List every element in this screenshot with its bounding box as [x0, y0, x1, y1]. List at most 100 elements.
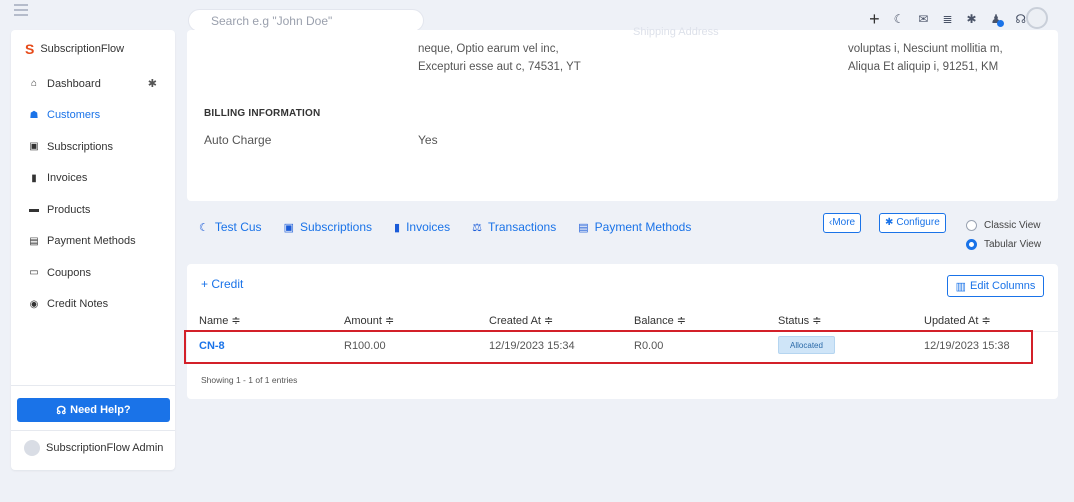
- sidebar-nav: ⌂ Dashboard ✱ ☗ Customers ▣ Subscription…: [11, 68, 175, 320]
- sidebar-item-credit-notes[interactable]: ◉ Credit Notes: [11, 289, 175, 321]
- hand-coin-icon: ⚖: [472, 221, 482, 234]
- logo-icon: S: [25, 41, 35, 57]
- sidebar-divider: [11, 430, 175, 431]
- headset-icon[interactable]: ☊: [1015, 9, 1026, 29]
- moon-icon[interactable]: ☾: [894, 9, 905, 29]
- add-credit-button[interactable]: + Credit: [201, 277, 243, 291]
- billing-title: BILLING INFORMATION: [204, 108, 321, 119]
- col-balance[interactable]: Balance ≑: [634, 314, 686, 327]
- users-icon: ☗: [29, 109, 39, 121]
- tab-label: Transactions: [487, 220, 557, 234]
- sidebar-item-label: Products: [47, 203, 91, 216]
- shipping-address-label: Shipping Address: [633, 26, 719, 38]
- credit-note-icon: ◉: [29, 298, 39, 310]
- address-line: voluptas i, Nesciunt mollitia m,: [848, 43, 1003, 55]
- brand[interactable]: S SubscriptionFlow: [25, 41, 124, 57]
- credit-note-name-link[interactable]: CN-8: [199, 340, 225, 352]
- sidebar-item-payment-methods[interactable]: ▤ Payment Methods: [11, 226, 175, 258]
- sidebar-item-invoices[interactable]: ▮ Invoices: [11, 163, 175, 195]
- tab-label: Test Cus: [214, 220, 262, 234]
- sidebar-item-label: Customers: [47, 109, 101, 122]
- auto-charge-label: Auto Charge: [204, 133, 272, 147]
- configure-label: Configure: [896, 217, 940, 228]
- file-invoice-icon: ▮: [394, 221, 401, 234]
- address-line: Aliqua Et aliquip i, 91251, KM: [848, 61, 999, 73]
- col-name[interactable]: Name ≑: [199, 314, 241, 327]
- edit-columns-button[interactable]: ▥ Edit Columns: [947, 275, 1044, 297]
- user-avatar[interactable]: [1026, 7, 1048, 29]
- sidebar-item-coupons[interactable]: ▭ Coupons: [11, 257, 175, 289]
- configure-button[interactable]: ✱ Configure: [879, 213, 946, 233]
- sidebar-item-label: Dashboard: [47, 77, 101, 90]
- sidebar-item-label: Payment Methods: [47, 235, 136, 248]
- auto-charge-value: Yes: [418, 133, 438, 147]
- topbar-icons: + ☾ ✉ ≣ ✱ ♟ ☊: [869, 9, 1026, 29]
- tab-test-cus[interactable]: ☾ Test Cus: [199, 220, 262, 234]
- cell-balance: R0.00: [634, 340, 664, 352]
- col-created-at[interactable]: Created At ≑: [489, 314, 553, 327]
- cell-amount: R100.00: [344, 340, 386, 352]
- tab-subscriptions[interactable]: ▣ Subscriptions: [284, 220, 372, 234]
- col-updated-at[interactable]: Updated At ≑: [924, 314, 991, 327]
- tab-transactions[interactable]: ⚖ Transactions: [472, 220, 556, 234]
- admin-profile[interactable]: SubscriptionFlow Admin: [24, 440, 163, 456]
- plus-icon[interactable]: +: [869, 9, 880, 29]
- radio-tabular[interactable]: [966, 239, 977, 250]
- classic-view-option[interactable]: Classic View: [966, 216, 1041, 235]
- credit-card-icon: ▤: [29, 235, 39, 247]
- gear-icon: ✱: [885, 217, 894, 228]
- sidebar-item-label: Credit Notes: [47, 298, 109, 311]
- credit-card-icon: ▤: [578, 221, 589, 234]
- address-right: voluptas i, Nesciunt mollitia m, Aliqua …: [848, 40, 1003, 76]
- sidebar-item-label: Subscriptions: [47, 140, 114, 153]
- cell-created-at: 12/19/2023 15:34: [489, 340, 575, 352]
- status-badge: Allocated: [778, 336, 835, 354]
- cell-updated-at: 12/19/2023 15:38: [924, 340, 1010, 352]
- sidebar-item-subscriptions[interactable]: ▣ Subscriptions: [11, 131, 175, 163]
- address-line: Excepturi esse aut c, 74531, YT: [418, 61, 581, 73]
- need-help-button[interactable]: ☊ Need Help?: [17, 398, 170, 422]
- tab-label: Subscriptions: [299, 220, 373, 234]
- sidebar: S SubscriptionFlow ⌂ Dashboard ✱ ☗ Custo…: [11, 30, 175, 470]
- stack-icon[interactable]: ≣: [942, 9, 952, 29]
- tab-label: Invoices: [406, 220, 451, 234]
- bell-icon[interactable]: ♟: [991, 9, 1005, 29]
- need-help-label: Need Help?: [70, 404, 131, 416]
- pagination-summary: Showing 1 - 1 of 1 entries: [201, 375, 298, 385]
- view-toggle: Classic View Tabular View: [966, 216, 1041, 254]
- calendar-check-icon: ▣: [283, 221, 294, 234]
- tab-invoices[interactable]: ▮ Invoices: [394, 220, 450, 234]
- tab-payment-methods[interactable]: ▤ Payment Methods: [578, 220, 691, 234]
- classic-view-label: Classic View: [984, 220, 1041, 231]
- address-line: neque, Optio earum vel inc,: [418, 43, 559, 55]
- file-invoice-icon: ▮: [31, 172, 37, 184]
- customer-icon: ☾: [199, 221, 209, 234]
- tabular-view-label: Tabular View: [984, 239, 1042, 250]
- edit-columns-label: Edit Columns: [969, 280, 1036, 292]
- radio-classic[interactable]: [966, 220, 977, 231]
- col-status[interactable]: Status ≑: [778, 314, 821, 327]
- columns-icon: ▥: [955, 280, 966, 293]
- credit-notes-card: + Credit ▥ Edit Columns Name ≑ Amount ≑ …: [187, 264, 1058, 399]
- home-icon: ⌂: [30, 78, 38, 90]
- gear-icon[interactable]: ✱: [148, 77, 157, 90]
- sidebar-item-label: Invoices: [47, 172, 88, 185]
- admin-name: SubscriptionFlow Admin: [46, 442, 164, 454]
- table-row[interactable]: CN-8 R100.00 12/19/2023 15:34 R0.00 Allo…: [187, 334, 1058, 358]
- sidebar-item-dashboard[interactable]: ⌂ Dashboard ✱: [11, 68, 175, 100]
- archive-icon: ▬: [29, 204, 39, 216]
- tabular-view-option[interactable]: Tabular View: [966, 235, 1041, 254]
- address-left: neque, Optio earum vel inc, Excepturi es…: [418, 40, 581, 76]
- calendar-check-icon: ▣: [29, 141, 39, 153]
- more-button[interactable]: ‹More: [823, 213, 862, 233]
- gear-icon[interactable]: ✱: [967, 9, 977, 29]
- customer-tabs: ☾ Test Cus ▣ Subscriptions ▮ Invoices ⚖ …: [199, 220, 691, 234]
- tab-label: Payment Methods: [594, 220, 692, 234]
- search-input[interactable]: Search e.g "John Doe": [188, 9, 424, 32]
- menu-toggle-icon[interactable]: [14, 4, 28, 19]
- sidebar-item-products[interactable]: ▬ Products: [11, 194, 175, 226]
- sidebar-item-customers[interactable]: ☗ Customers: [11, 100, 175, 132]
- mail-icon[interactable]: ✉: [918, 9, 928, 29]
- col-amount[interactable]: Amount ≑: [344, 314, 394, 327]
- customer-details-card: Shipping Address neque, Optio earum vel …: [187, 26, 1058, 201]
